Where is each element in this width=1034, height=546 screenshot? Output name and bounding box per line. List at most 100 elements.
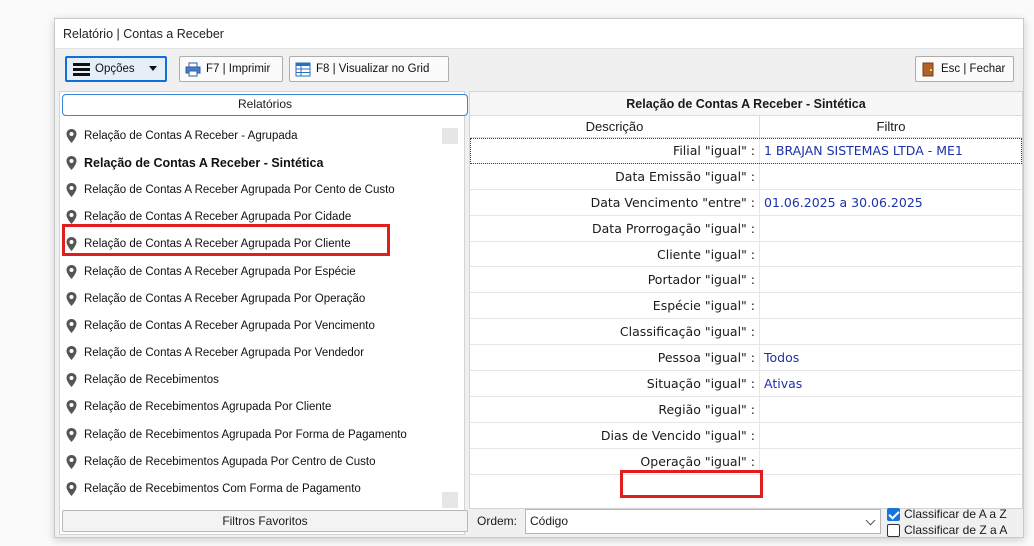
filter-value[interactable] xyxy=(760,216,1022,241)
filter-row[interactable]: Classificação "igual" : xyxy=(470,319,1022,346)
report-list-item[interactable]: Relação de Recebimentos Agupada Por Cent… xyxy=(60,448,452,475)
filter-description: Espécie "igual" : xyxy=(470,293,760,319)
filter-description: Pessoa "igual" : xyxy=(470,345,760,371)
report-list-item-label: Relação de Recebimentos Agrupada Por Cli… xyxy=(84,401,332,414)
report-list-item[interactable]: Relação de Contas A Receber Agrupada Por… xyxy=(60,340,452,367)
report-list-item[interactable]: Relação de Recebimentos Agrupada Por For… xyxy=(60,421,452,448)
map-pin-icon xyxy=(66,373,77,388)
filter-value[interactable]: Todos xyxy=(760,345,1022,370)
filter-row[interactable]: Data Emissão "igual" : xyxy=(470,163,1022,190)
map-pin-icon xyxy=(66,237,77,252)
report-list-item-label: Relação de Contas A Receber Agrupada Por… xyxy=(84,265,356,278)
print-label: F7 | Imprimir xyxy=(206,63,271,75)
scroll-up-button[interactable] xyxy=(442,128,458,144)
report-list-item[interactable]: Relação de Recebimentos Por Vendedor xyxy=(60,503,452,508)
report-list-item-label: Relação de Contas A Receber Agrupada Por… xyxy=(84,211,352,224)
ordem-select[interactable]: Código xyxy=(525,509,881,534)
filters-grid-body: Filial "igual" :1 BRAJAN SISTEMAS LTDA -… xyxy=(470,138,1022,475)
report-list-item-label: Relação de Contas A Receber - Agrupada xyxy=(84,129,298,142)
report-list-item-label: Relação de Contas A Receber Agrupada Por… xyxy=(84,292,366,305)
report-list-item-label: Relação de Recebimentos Agupada Por Cent… xyxy=(84,455,376,468)
report-title: Relação de Contas A Receber - Sintética xyxy=(470,92,1022,116)
map-pin-icon xyxy=(66,182,77,197)
scroll-down-button[interactable] xyxy=(442,492,458,508)
filter-description: Dias de Vencido "igual" : xyxy=(470,422,760,448)
close-label: Esc | Fechar xyxy=(941,63,1006,75)
report-list-item[interactable]: Relação de Recebimentos Com Forma de Pag… xyxy=(60,475,452,502)
report-list-item-label: Relação de Contas A Receber Agrupada Por… xyxy=(84,238,351,251)
filter-row[interactable]: Operação "igual" : xyxy=(470,448,1022,475)
report-list-item[interactable]: Relação de Contas A Receber Agrupada Por… xyxy=(60,231,452,258)
filter-row[interactable]: Portador "igual" : xyxy=(470,267,1022,294)
report-list-item[interactable]: Relação de Recebimentos xyxy=(60,367,452,394)
filter-value[interactable] xyxy=(760,164,1022,189)
classificar-az-label: Classificar de A a Z xyxy=(904,507,1007,521)
report-list-item-label: Relação de Recebimentos Com Forma de Pag… xyxy=(84,483,361,496)
filter-row[interactable]: Dias de Vencido "igual" : xyxy=(470,422,1022,449)
view-grid-button[interactable]: F8 | Visualizar no Grid xyxy=(289,56,449,82)
report-list-item[interactable]: Relação de Contas A Receber Agrupada Por… xyxy=(60,204,452,231)
report-window: Relatório | Contas a Receber Opções F7 |… xyxy=(54,18,1024,538)
map-pin-icon xyxy=(66,155,77,170)
checkbox-za-box[interactable] xyxy=(887,523,900,537)
ordem-value: Código xyxy=(530,514,569,528)
map-pin-icon xyxy=(66,346,77,361)
filter-value[interactable] xyxy=(760,423,1022,448)
filtros-favoritos-button[interactable]: Filtros Favoritos xyxy=(62,510,468,532)
report-list-item-label: Relação de Contas A Receber - Sintética xyxy=(84,155,324,170)
filter-value[interactable]: 1 BRAJAN SISTEMAS LTDA - ME1 xyxy=(760,138,1022,163)
filter-value[interactable] xyxy=(760,319,1022,344)
filter-value[interactable] xyxy=(760,242,1022,267)
relatorios-tab[interactable]: Relatórios xyxy=(62,94,468,116)
classificar-za-checkbox[interactable]: Classificar de Z a A xyxy=(887,523,1007,537)
report-list-item[interactable]: Relação de Contas A Receber Agrupada Por… xyxy=(60,176,452,203)
filter-row[interactable]: Situação "igual" : Ativas xyxy=(470,371,1022,397)
filter-row[interactable]: Pessoa "igual" : Todos xyxy=(470,345,1022,372)
print-button[interactable]: F7 | Imprimir xyxy=(179,56,283,82)
report-list-item[interactable]: Relação de Recebimentos Agrupada Por Cli… xyxy=(60,394,452,421)
filter-row[interactable]: Cliente "igual" : xyxy=(470,241,1022,268)
filters-grid-header: Descrição Filtro xyxy=(470,116,1022,138)
report-list-item[interactable]: Relação de Contas A Receber Agrupada Por… xyxy=(60,285,452,312)
filter-description: Portador "igual" : xyxy=(470,267,760,293)
view-grid-label: F8 | Visualizar no Grid xyxy=(316,63,430,75)
filter-row[interactable]: Data Vencimento "entre" :01.06.2025 a 30… xyxy=(470,189,1022,216)
opcoes-label: Opções xyxy=(95,63,135,75)
report-list-item-label: Relação de Contas A Receber Agrupada Por… xyxy=(84,319,375,332)
filters-panel: Relação de Contas A Receber - Sintética … xyxy=(469,91,1023,509)
map-pin-icon xyxy=(66,427,77,442)
column-descricao[interactable]: Descrição xyxy=(470,116,760,137)
report-list-item[interactable]: Relação de Contas A Receber Agrupada Por… xyxy=(60,258,452,285)
filter-value[interactable] xyxy=(760,267,1022,292)
filter-value[interactable] xyxy=(760,397,1022,422)
report-list-item-label: Relação de Contas A Receber Agrupada Por… xyxy=(84,183,395,196)
ordem-label: Ordem: xyxy=(477,514,518,528)
filter-description: Classificação "igual" : xyxy=(470,319,760,345)
map-pin-icon xyxy=(66,264,77,279)
filter-row[interactable]: Região "igual" : xyxy=(470,396,1022,423)
filter-row[interactable]: Espécie "igual" : xyxy=(470,293,1022,320)
report-list-item[interactable]: Relação de Contas A Receber Agrupada Por… xyxy=(60,312,452,339)
map-pin-icon xyxy=(66,482,77,497)
classificar-za-label: Classificar de Z a A xyxy=(904,523,1008,537)
report-list-item[interactable]: Relação de Contas A Receber - Sintética xyxy=(60,149,452,176)
classificar-az-checkbox[interactable]: Classificar de A a Z xyxy=(887,507,1007,521)
column-filtro[interactable]: Filtro xyxy=(760,116,1022,137)
filter-description: Filial "igual" : xyxy=(470,138,760,163)
grid-icon xyxy=(295,62,311,76)
filter-value[interactable]: 01.06.2025 a 30.06.2025 xyxy=(760,190,1022,215)
menu-icon xyxy=(73,62,90,76)
report-list-item-label: Relação de Contas A Receber Agrupada Por… xyxy=(84,347,365,360)
opcoes-dropdown-button[interactable]: Opções xyxy=(65,56,167,82)
filter-row[interactable]: Filial "igual" :1 BRAJAN SISTEMAS LTDA -… xyxy=(470,138,1022,164)
reports-panel: Relatórios Relação de Contas A Receber -… xyxy=(59,91,468,535)
filter-value[interactable]: Ativas xyxy=(760,371,1022,396)
report-list-item[interactable]: Relação de Contas A Receber - Agrupada xyxy=(60,122,452,149)
filter-value[interactable] xyxy=(760,449,1022,474)
filter-value[interactable] xyxy=(760,293,1022,318)
close-button[interactable]: Esc | Fechar xyxy=(915,56,1014,82)
filter-row[interactable]: Data Prorrogação "igual" : xyxy=(470,215,1022,242)
report-list: Relação de Contas A Receber - Agrupada Re… xyxy=(60,122,452,508)
caret-down-icon xyxy=(149,66,157,71)
checkbox-az-box[interactable] xyxy=(887,507,900,521)
